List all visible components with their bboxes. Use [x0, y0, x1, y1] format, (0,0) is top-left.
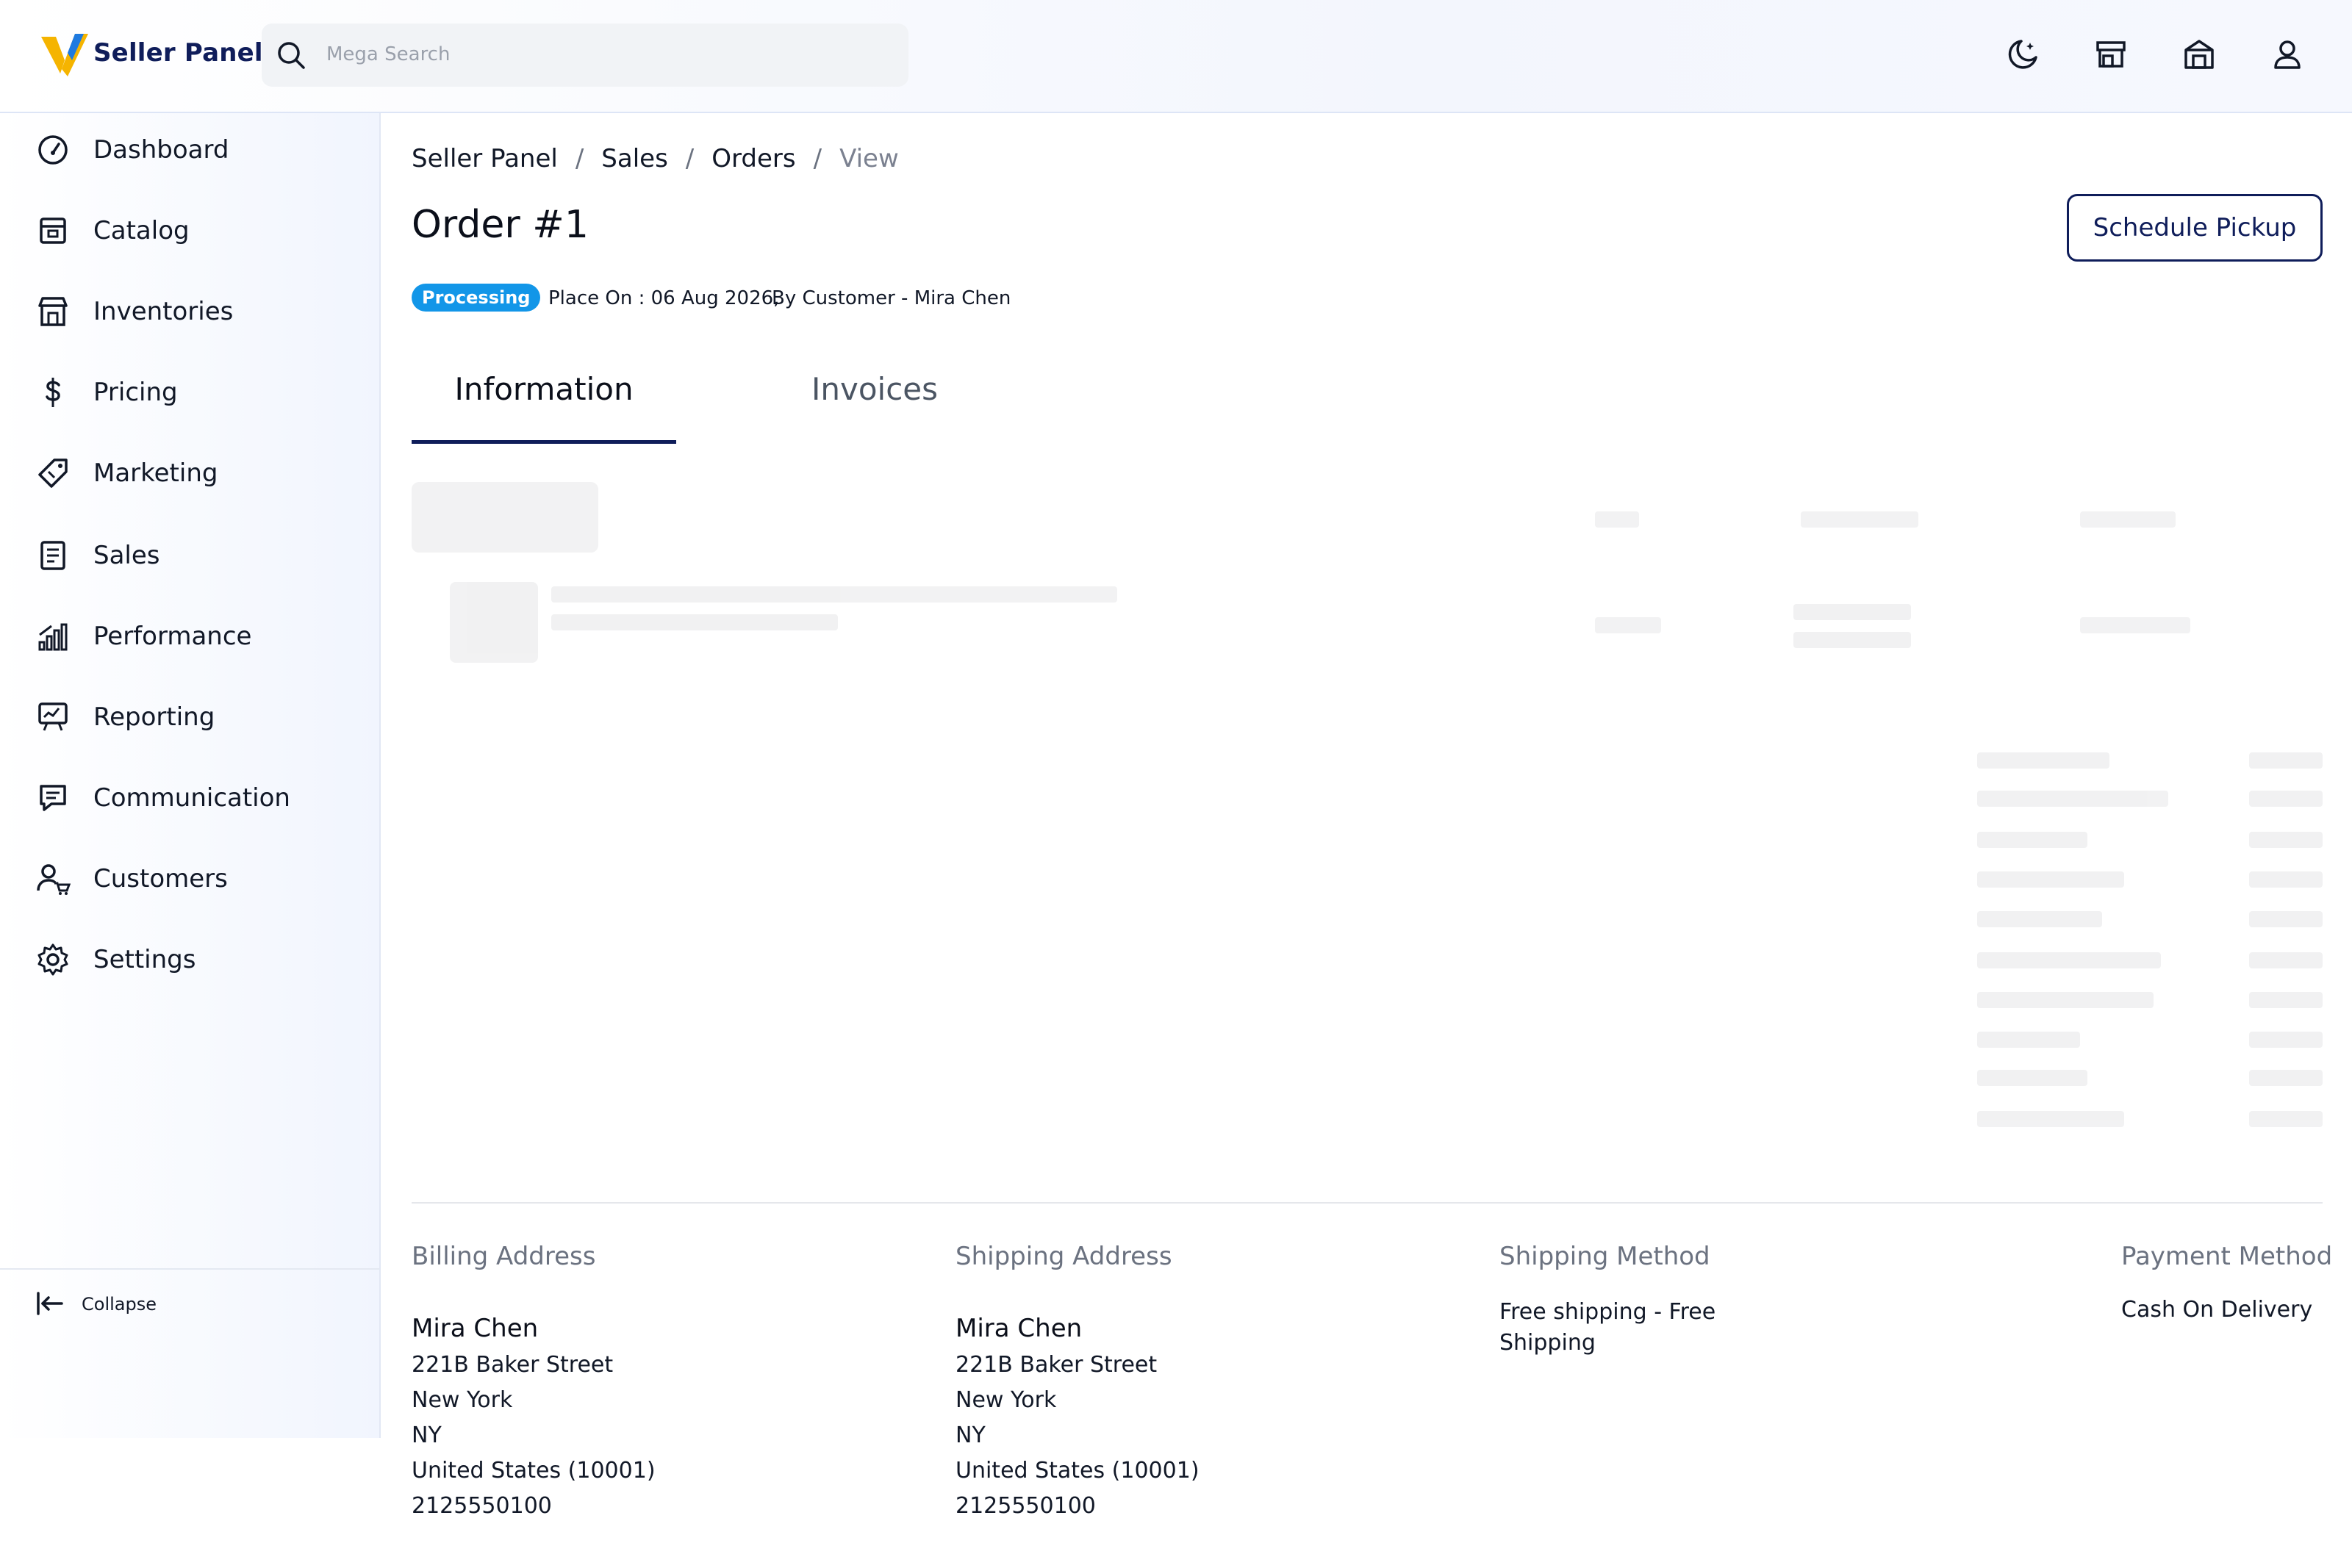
sidebar-item-label: Communication [93, 783, 290, 813]
payment-method-title: Payment Method [2121, 1242, 2333, 1271]
sidebar-item-label: Marketing [93, 458, 218, 488]
warehouse-icon[interactable] [2181, 37, 2217, 72]
sidebar-item-label: Catalog [93, 216, 190, 245]
breadcrumb-link-sales[interactable]: Sales [601, 144, 668, 173]
sidebar-item-label: Performance [93, 622, 252, 651]
status-badge: Processing [412, 284, 541, 312]
sidebar-item-sales[interactable]: Sales [0, 519, 379, 592]
sidebar-item-communication[interactable]: Communication [0, 761, 379, 835]
shipping-name: Mira Chen [956, 1314, 1083, 1343]
billing-address-title: Billing Address [412, 1242, 596, 1271]
theme-toggle-icon[interactable] [2005, 37, 2040, 72]
sidebar-item-marketing[interactable]: Marketing [0, 436, 379, 510]
shipping-street: 221B Baker Street [956, 1352, 1158, 1378]
sidebar-item-label: Reporting [93, 702, 215, 732]
page-title: Order #1 [412, 203, 589, 247]
shipping-phone: 2125550100 [956, 1493, 1096, 1519]
sidebar-item-label: Dashboard [93, 135, 229, 165]
user-icon[interactable] [2270, 37, 2305, 72]
tab-information[interactable]: Information [412, 353, 676, 444]
sidebar-item-label: Pricing [93, 378, 178, 407]
sidebar-item-settings[interactable]: Settings [0, 923, 379, 996]
settings-icon [35, 942, 71, 977]
sidebar-item-catalog[interactable]: Catalog [0, 194, 379, 267]
inventories-icon [35, 294, 71, 329]
sidebar-item-reporting[interactable]: Reporting [0, 680, 379, 754]
billing-name: Mira Chen [412, 1314, 539, 1343]
order-customer: By Customer - Mira Chen [772, 287, 1011, 309]
breadcrumb-current: View [839, 144, 899, 173]
shipping-method-title: Shipping Method [1499, 1242, 1710, 1271]
shipping-address-title: Shipping Address [956, 1242, 1172, 1271]
communication-icon [35, 780, 71, 816]
breadcrumb-separator: / [685, 144, 695, 173]
performance-icon [35, 619, 71, 654]
billing-country: United States (10001) [412, 1458, 656, 1484]
loading-placeholder [412, 482, 2323, 1143]
brand-logo-icon[interactable] [40, 31, 90, 79]
breadcrumb: Seller Panel / Sales / Orders / View [412, 144, 899, 173]
catalog-icon [35, 213, 71, 248]
breadcrumb-link-seller-panel[interactable]: Seller Panel [412, 144, 558, 173]
payment-method-value: Cash On Delivery [2121, 1297, 2313, 1323]
brand-name[interactable]: Seller Panel [93, 38, 263, 68]
sidebar-item-inventories[interactable]: Inventories [0, 275, 379, 348]
top-header: Seller Panel Mega Search [0, 0, 2352, 113]
pricing-icon [35, 375, 71, 410]
mega-search[interactable]: Mega Search [262, 24, 908, 87]
reporting-icon [35, 700, 71, 735]
sidebar-item-pricing[interactable]: Pricing [0, 356, 379, 429]
marketing-icon [35, 456, 71, 491]
dashboard-icon [35, 132, 71, 168]
collapse-button[interactable]: Collapse [0, 1274, 379, 1333]
order-placed-date: Place On : 06 Aug 2026, [548, 287, 780, 309]
store-icon[interactable] [2093, 37, 2129, 72]
section-divider [412, 1202, 2323, 1204]
sidebar-item-label: Settings [93, 945, 196, 974]
breadcrumb-separator: / [813, 144, 822, 173]
billing-street: 221B Baker Street [412, 1352, 614, 1378]
tab-invoices[interactable]: Invoices [698, 353, 1051, 444]
breadcrumb-link-orders[interactable]: Orders [711, 144, 795, 173]
sidebar-item-label: Sales [93, 541, 160, 570]
billing-state: NY [412, 1423, 442, 1448]
search-icon [275, 39, 307, 71]
shipping-method-value: Free shipping - Free Shipping [1499, 1299, 1716, 1356]
schedule-pickup-button[interactable]: Schedule Pickup [2067, 194, 2323, 262]
search-input[interactable]: Mega Search [326, 43, 450, 65]
sidebar-item-performance[interactable]: Performance [0, 600, 379, 673]
collapse-label: Collapse [82, 1294, 157, 1315]
divider [0, 1268, 379, 1270]
shipping-country: United States (10001) [956, 1458, 1200, 1484]
sidebar: Dashboard Catalog Inventories Pricing Ma… [0, 113, 381, 1438]
sidebar-item-customers[interactable]: Customers [0, 842, 379, 916]
sidebar-item-dashboard[interactable]: Dashboard [0, 113, 379, 187]
collapse-icon [34, 1287, 66, 1320]
shipping-state: NY [956, 1423, 986, 1448]
sidebar-item-label: Customers [93, 864, 228, 893]
billing-phone: 2125550100 [412, 1493, 552, 1519]
sidebar-item-label: Inventories [93, 297, 234, 326]
breadcrumb-separator: / [575, 144, 584, 173]
billing-city: New York [412, 1387, 513, 1413]
sales-icon [35, 538, 71, 573]
order-tabs: Information Invoices [412, 353, 2323, 444]
customers-icon [35, 861, 71, 896]
shipping-city: New York [956, 1387, 1057, 1413]
